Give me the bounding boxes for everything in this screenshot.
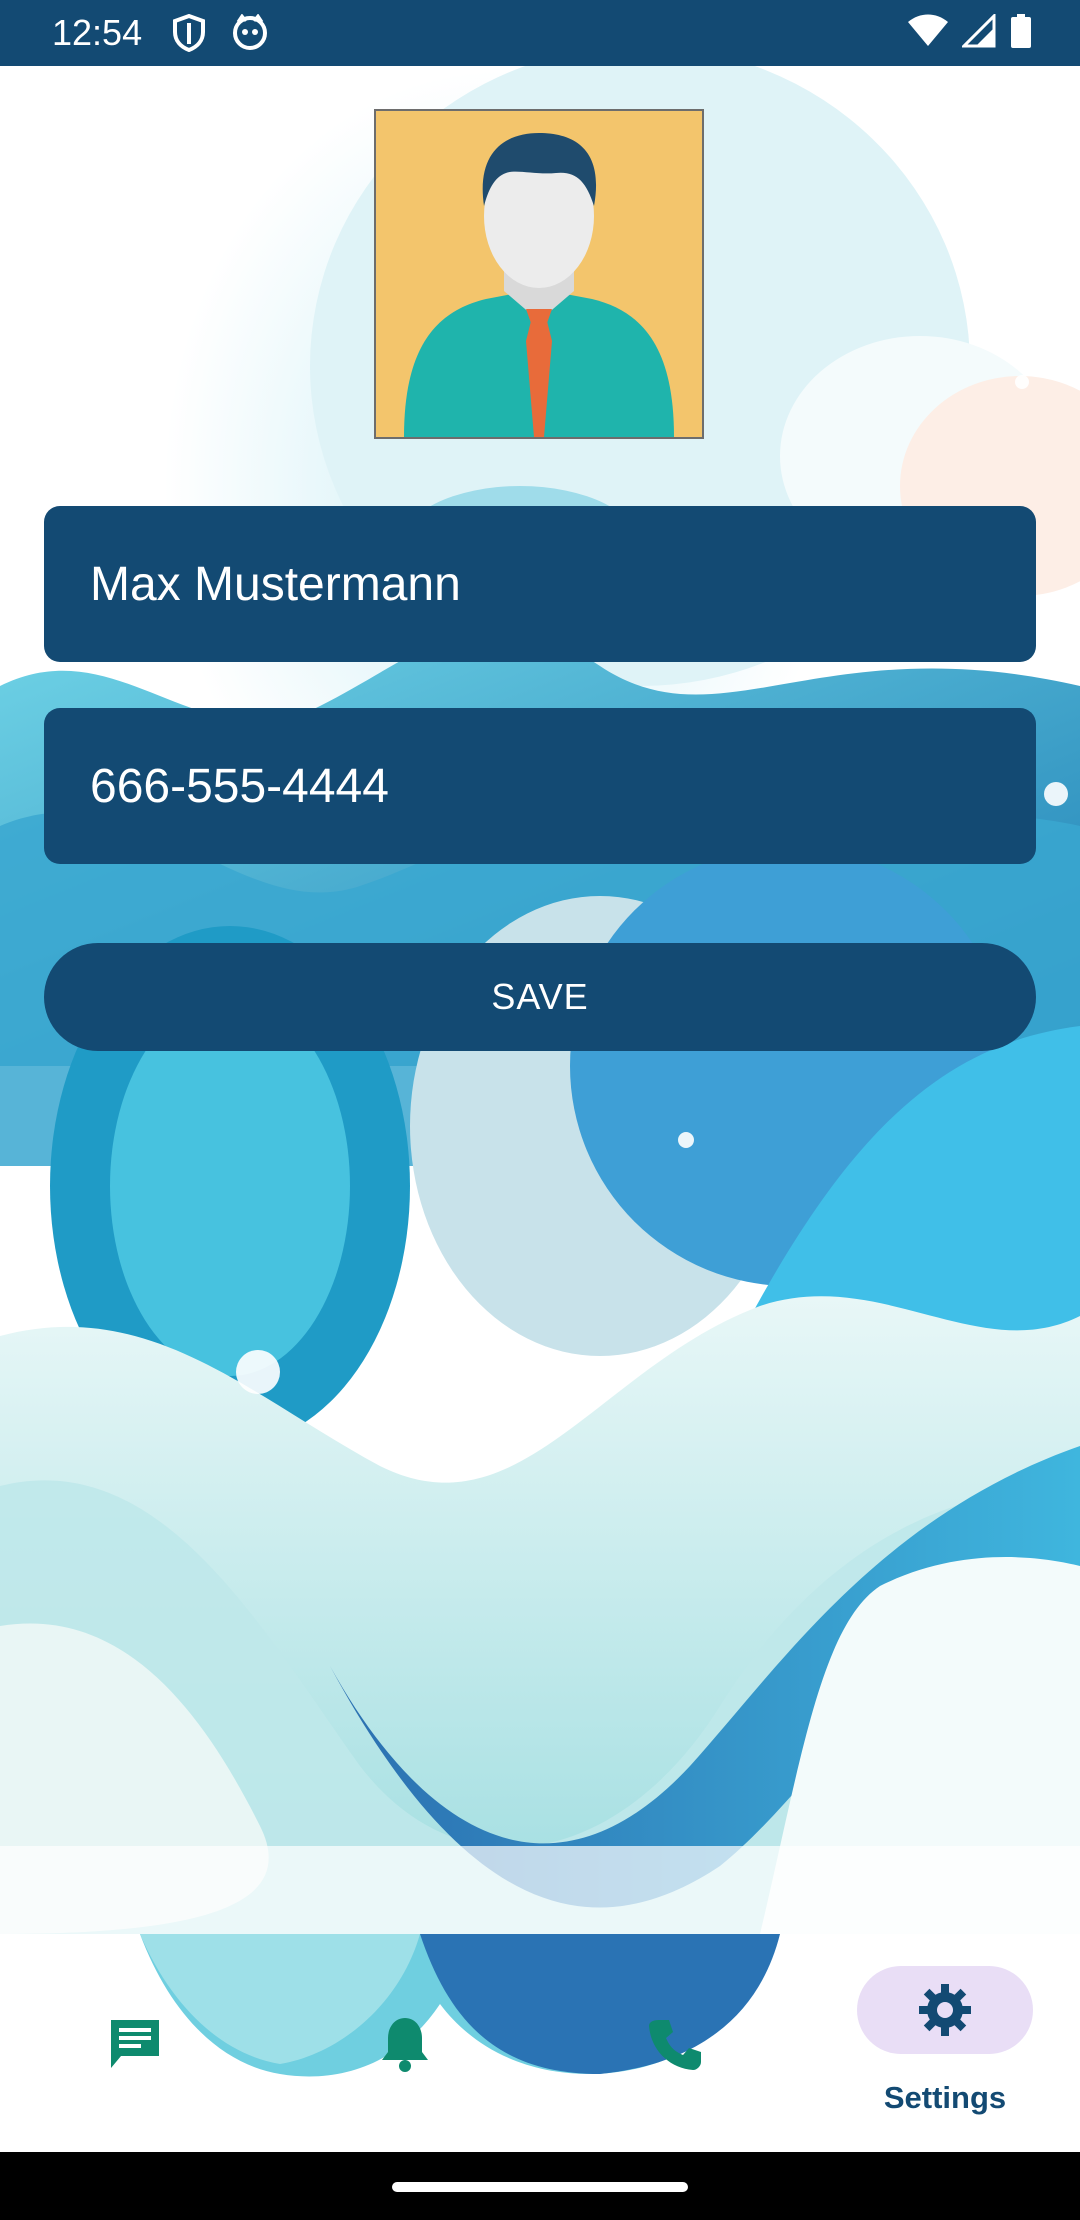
nav-item-messages[interactable] bbox=[0, 1934, 270, 2152]
profile-avatar[interactable] bbox=[374, 109, 704, 439]
name-field[interactable] bbox=[44, 506, 1036, 662]
home-indicator[interactable] bbox=[392, 2182, 688, 2192]
battery-icon bbox=[1010, 14, 1032, 52]
nav-item-notifications[interactable] bbox=[270, 1934, 540, 2152]
user-avatar-icon bbox=[404, 133, 674, 437]
phone-input[interactable] bbox=[90, 758, 990, 814]
nav-item-settings[interactable] bbox=[857, 1966, 1033, 2054]
shield-icon bbox=[172, 13, 206, 56]
status-time: 12:54 bbox=[52, 12, 143, 53]
wifi-icon bbox=[908, 14, 948, 52]
save-button[interactable]: SAVE bbox=[44, 943, 1036, 1051]
bell-icon bbox=[378, 2014, 432, 2078]
chat-icon bbox=[105, 2014, 165, 2078]
status-bar: 12:54 bbox=[0, 0, 1080, 66]
bottom-navigation: Settings bbox=[0, 1934, 1080, 2152]
name-input[interactable] bbox=[90, 556, 990, 612]
cat-icon bbox=[232, 13, 268, 56]
phone-field[interactable] bbox=[44, 708, 1036, 864]
status-icons-right bbox=[908, 12, 1032, 52]
status-icons-left bbox=[172, 13, 268, 56]
nav-item-calls[interactable] bbox=[540, 1934, 810, 2152]
signal-icon bbox=[960, 12, 996, 52]
phone-icon bbox=[645, 2014, 705, 2078]
nav-label-settings: Settings bbox=[883, 2080, 1007, 2115]
gear-icon bbox=[917, 1982, 973, 2042]
